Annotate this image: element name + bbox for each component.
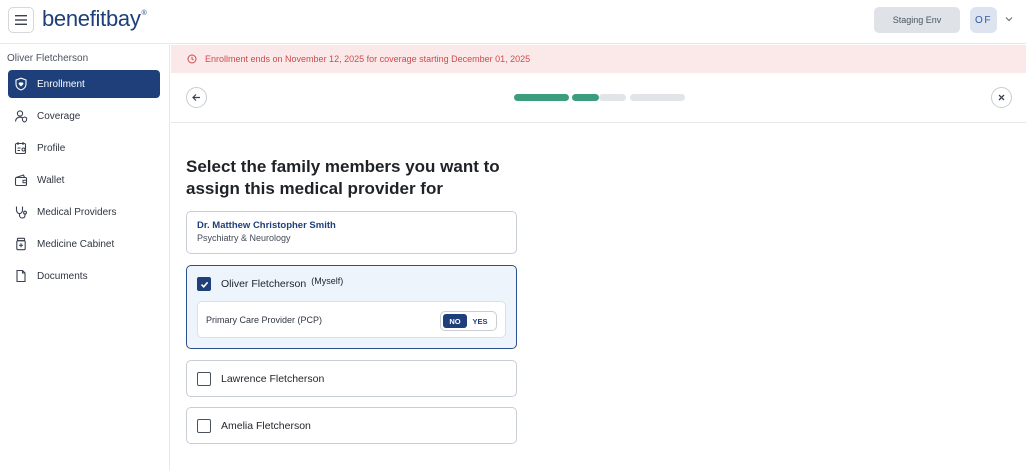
person-shield-icon	[14, 109, 28, 123]
user-avatar[interactable]: OF	[970, 7, 997, 33]
progress-segment-pending	[599, 94, 626, 101]
document-icon	[14, 269, 28, 283]
stethoscope-icon	[14, 205, 28, 219]
back-button[interactable]	[186, 87, 207, 108]
sidebar-item-documents[interactable]: Documents	[8, 262, 160, 290]
sidebar-item-label: Enrollment	[37, 78, 85, 90]
shield-heart-icon	[14, 77, 28, 91]
sidebar: Oliver Fletcherson Enrollment Coverage P…	[0, 45, 170, 470]
checkmark-icon	[200, 281, 208, 288]
pcp-setting: Primary Care Provider (PCP) NO YES	[197, 301, 506, 338]
sidebar-item-medicine-cabinet[interactable]: Medicine Cabinet	[8, 230, 160, 258]
member-checkbox[interactable]	[197, 419, 211, 433]
progress-segment-complete	[514, 94, 569, 101]
progress-segment-complete	[572, 94, 599, 101]
member-select-row[interactable]: Oliver Fletcherson (Myself)	[197, 276, 344, 291]
logo-registered-mark: ®	[141, 10, 147, 17]
sidebar-user-name: Oliver Fletcherson	[7, 53, 89, 64]
page-title: Select the family members you want to as…	[186, 157, 500, 198]
progress-segment-pending	[630, 94, 685, 101]
environment-button[interactable]: Staging Env	[874, 7, 960, 33]
chevron-down-icon[interactable]	[1004, 14, 1014, 24]
sidebar-item-label: Profile	[37, 142, 66, 154]
sidebar-item-medical-providers[interactable]: Medical Providers	[8, 198, 160, 226]
member-relationship-tag: (Myself)	[311, 276, 344, 286]
pcp-no-option[interactable]: NO	[443, 314, 467, 328]
member-checkbox[interactable]	[197, 372, 211, 386]
sidebar-item-coverage[interactable]: Coverage	[8, 102, 160, 130]
sidebar-item-label: Wallet	[37, 174, 65, 186]
close-icon	[998, 94, 1005, 101]
medicine-bottle-icon	[14, 237, 28, 251]
close-button[interactable]	[991, 87, 1012, 108]
menu-button[interactable]	[8, 7, 34, 33]
brand-logo[interactable]: benefitbay ®	[42, 6, 147, 32]
member-card-lawrence[interactable]: Lawrence Fletcherson	[186, 360, 517, 397]
profile-card-icon	[14, 141, 28, 155]
provider-name: Dr. Matthew Christopher Smith	[197, 220, 336, 231]
top-header: benefitbay ® Staging Env OF	[0, 0, 1026, 44]
sidebar-item-profile[interactable]: Profile	[8, 134, 160, 162]
step-bar	[171, 73, 1026, 123]
arrow-left-icon	[192, 94, 200, 101]
provider-specialty: Psychiatry & Neurology	[197, 233, 291, 243]
member-card-amelia[interactable]: Amelia Fletcherson	[186, 407, 517, 444]
member-card-oliver[interactable]: Oliver Fletcherson (Myself) Primary Care…	[186, 265, 517, 349]
member-name: Oliver Fletcherson	[221, 278, 307, 290]
banner-text: Enrollment ends on November 12, 2025 for…	[205, 54, 531, 64]
member-name: Lawrence Fletcherson	[221, 373, 325, 385]
member-select-row[interactable]: Amelia Fletcherson	[197, 419, 311, 433]
member-checkbox[interactable]	[197, 277, 211, 291]
pcp-yes-option[interactable]: YES	[467, 314, 493, 328]
pcp-label: Primary Care Provider (PCP)	[206, 314, 323, 325]
wallet-icon	[14, 173, 28, 187]
enrollment-deadline-banner: Enrollment ends on November 12, 2025 for…	[171, 45, 1026, 73]
hamburger-icon	[15, 15, 27, 25]
member-name: Amelia Fletcherson	[221, 420, 311, 432]
sidebar-item-label: Medicine Cabinet	[37, 238, 115, 250]
member-select-row[interactable]: Lawrence Fletcherson	[197, 372, 324, 386]
sidebar-item-enrollment[interactable]: Enrollment	[8, 70, 160, 98]
sidebar-item-label: Documents	[37, 270, 88, 282]
clock-icon	[187, 54, 197, 64]
sidebar-item-label: Medical Providers	[37, 206, 117, 218]
sidebar-item-wallet[interactable]: Wallet	[8, 166, 160, 194]
provider-card: Dr. Matthew Christopher Smith Psychiatry…	[186, 211, 517, 254]
pcp-toggle[interactable]: NO YES	[440, 311, 497, 331]
sidebar-item-label: Coverage	[37, 110, 81, 122]
logo-text: benefitbay	[42, 6, 141, 31]
